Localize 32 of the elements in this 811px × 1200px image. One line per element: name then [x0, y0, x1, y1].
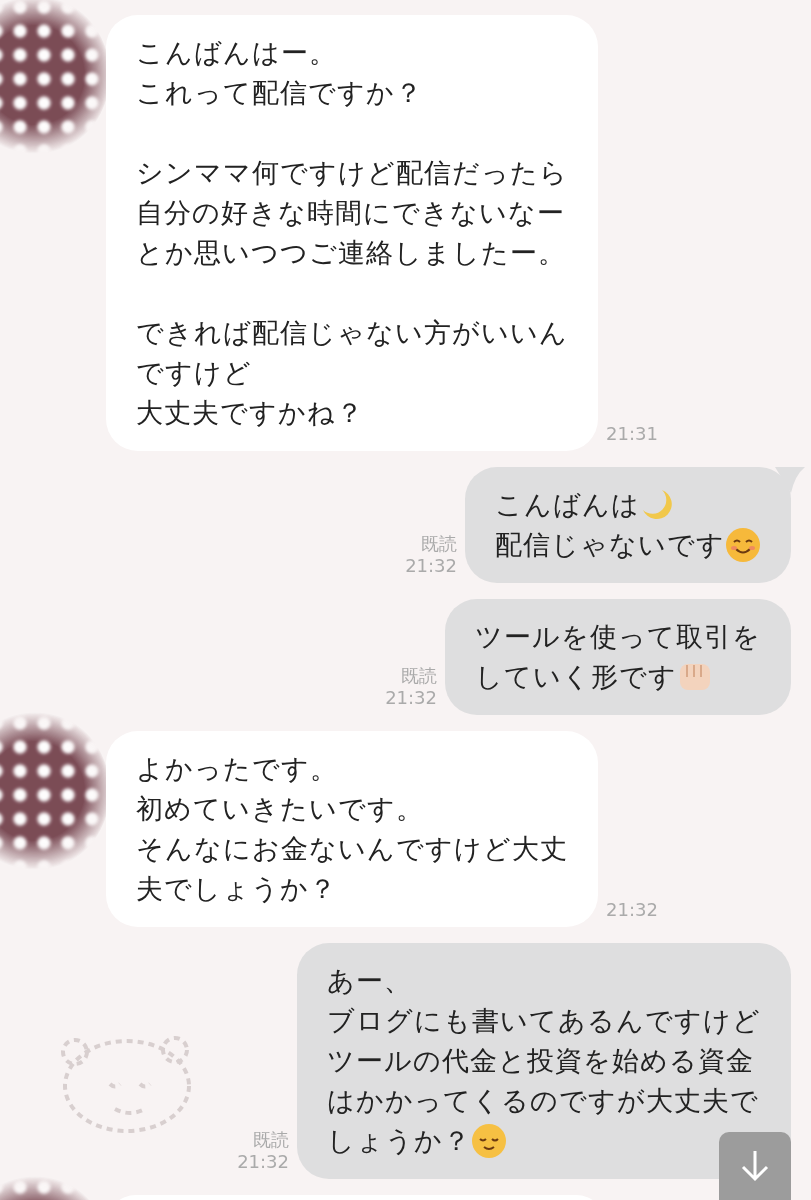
message-text: できれば配信じゃない方がいいん — [136, 316, 568, 350]
message-text: あー、 — [327, 964, 412, 998]
message-text: しょうか？ — [327, 1124, 471, 1158]
scroll-down-button[interactable] — [719, 1132, 791, 1200]
message-time: 21:31 — [606, 423, 658, 445]
message-text: シンママ何ですけど配信だったら — [136, 156, 568, 190]
message-text: とか思いつつご連絡しましたー。 — [136, 236, 566, 270]
message-time: 21:32 — [385, 687, 437, 709]
message-time: 21:32 — [606, 899, 658, 921]
message-text: 配信じゃないです — [495, 528, 725, 562]
read-receipt: 既読 — [401, 665, 437, 687]
smiling-face-icon — [725, 527, 761, 563]
message-text: よかったです。 — [136, 752, 338, 786]
message-time: 21:32 — [237, 1151, 289, 1173]
message-text: 大丈夫ですかね？ — [136, 396, 364, 430]
read-receipt: 既読 — [421, 533, 457, 555]
message-text: 自分の好きな時間にできないなー — [136, 196, 565, 230]
message-text: こんばんは — [495, 488, 640, 522]
message-text: ツールを使って取引を — [475, 620, 761, 654]
message-time: 21:32 — [405, 555, 457, 577]
read-receipt: 既読 — [253, 1129, 289, 1151]
message-text: ツールの代金と投資を始める資金 — [327, 1044, 754, 1078]
message-text: 初めていきたいです。 — [136, 792, 424, 826]
message-text: ブログにも書いてあるんですけど — [327, 1004, 761, 1038]
smiling-face-icon — [471, 1123, 507, 1159]
message-text: していく形です — [475, 660, 677, 694]
message-text: 夫でしょうか？ — [136, 872, 337, 906]
message-text: こんばんはー。 — [136, 36, 337, 70]
message-text: はかかってくるのですが大丈夫で — [327, 1084, 759, 1118]
message-text: これって配信ですか？ — [136, 76, 423, 110]
message-text: ですけど — [136, 356, 252, 390]
message-text: そんなにお金ないんですけど大丈 — [136, 832, 568, 866]
